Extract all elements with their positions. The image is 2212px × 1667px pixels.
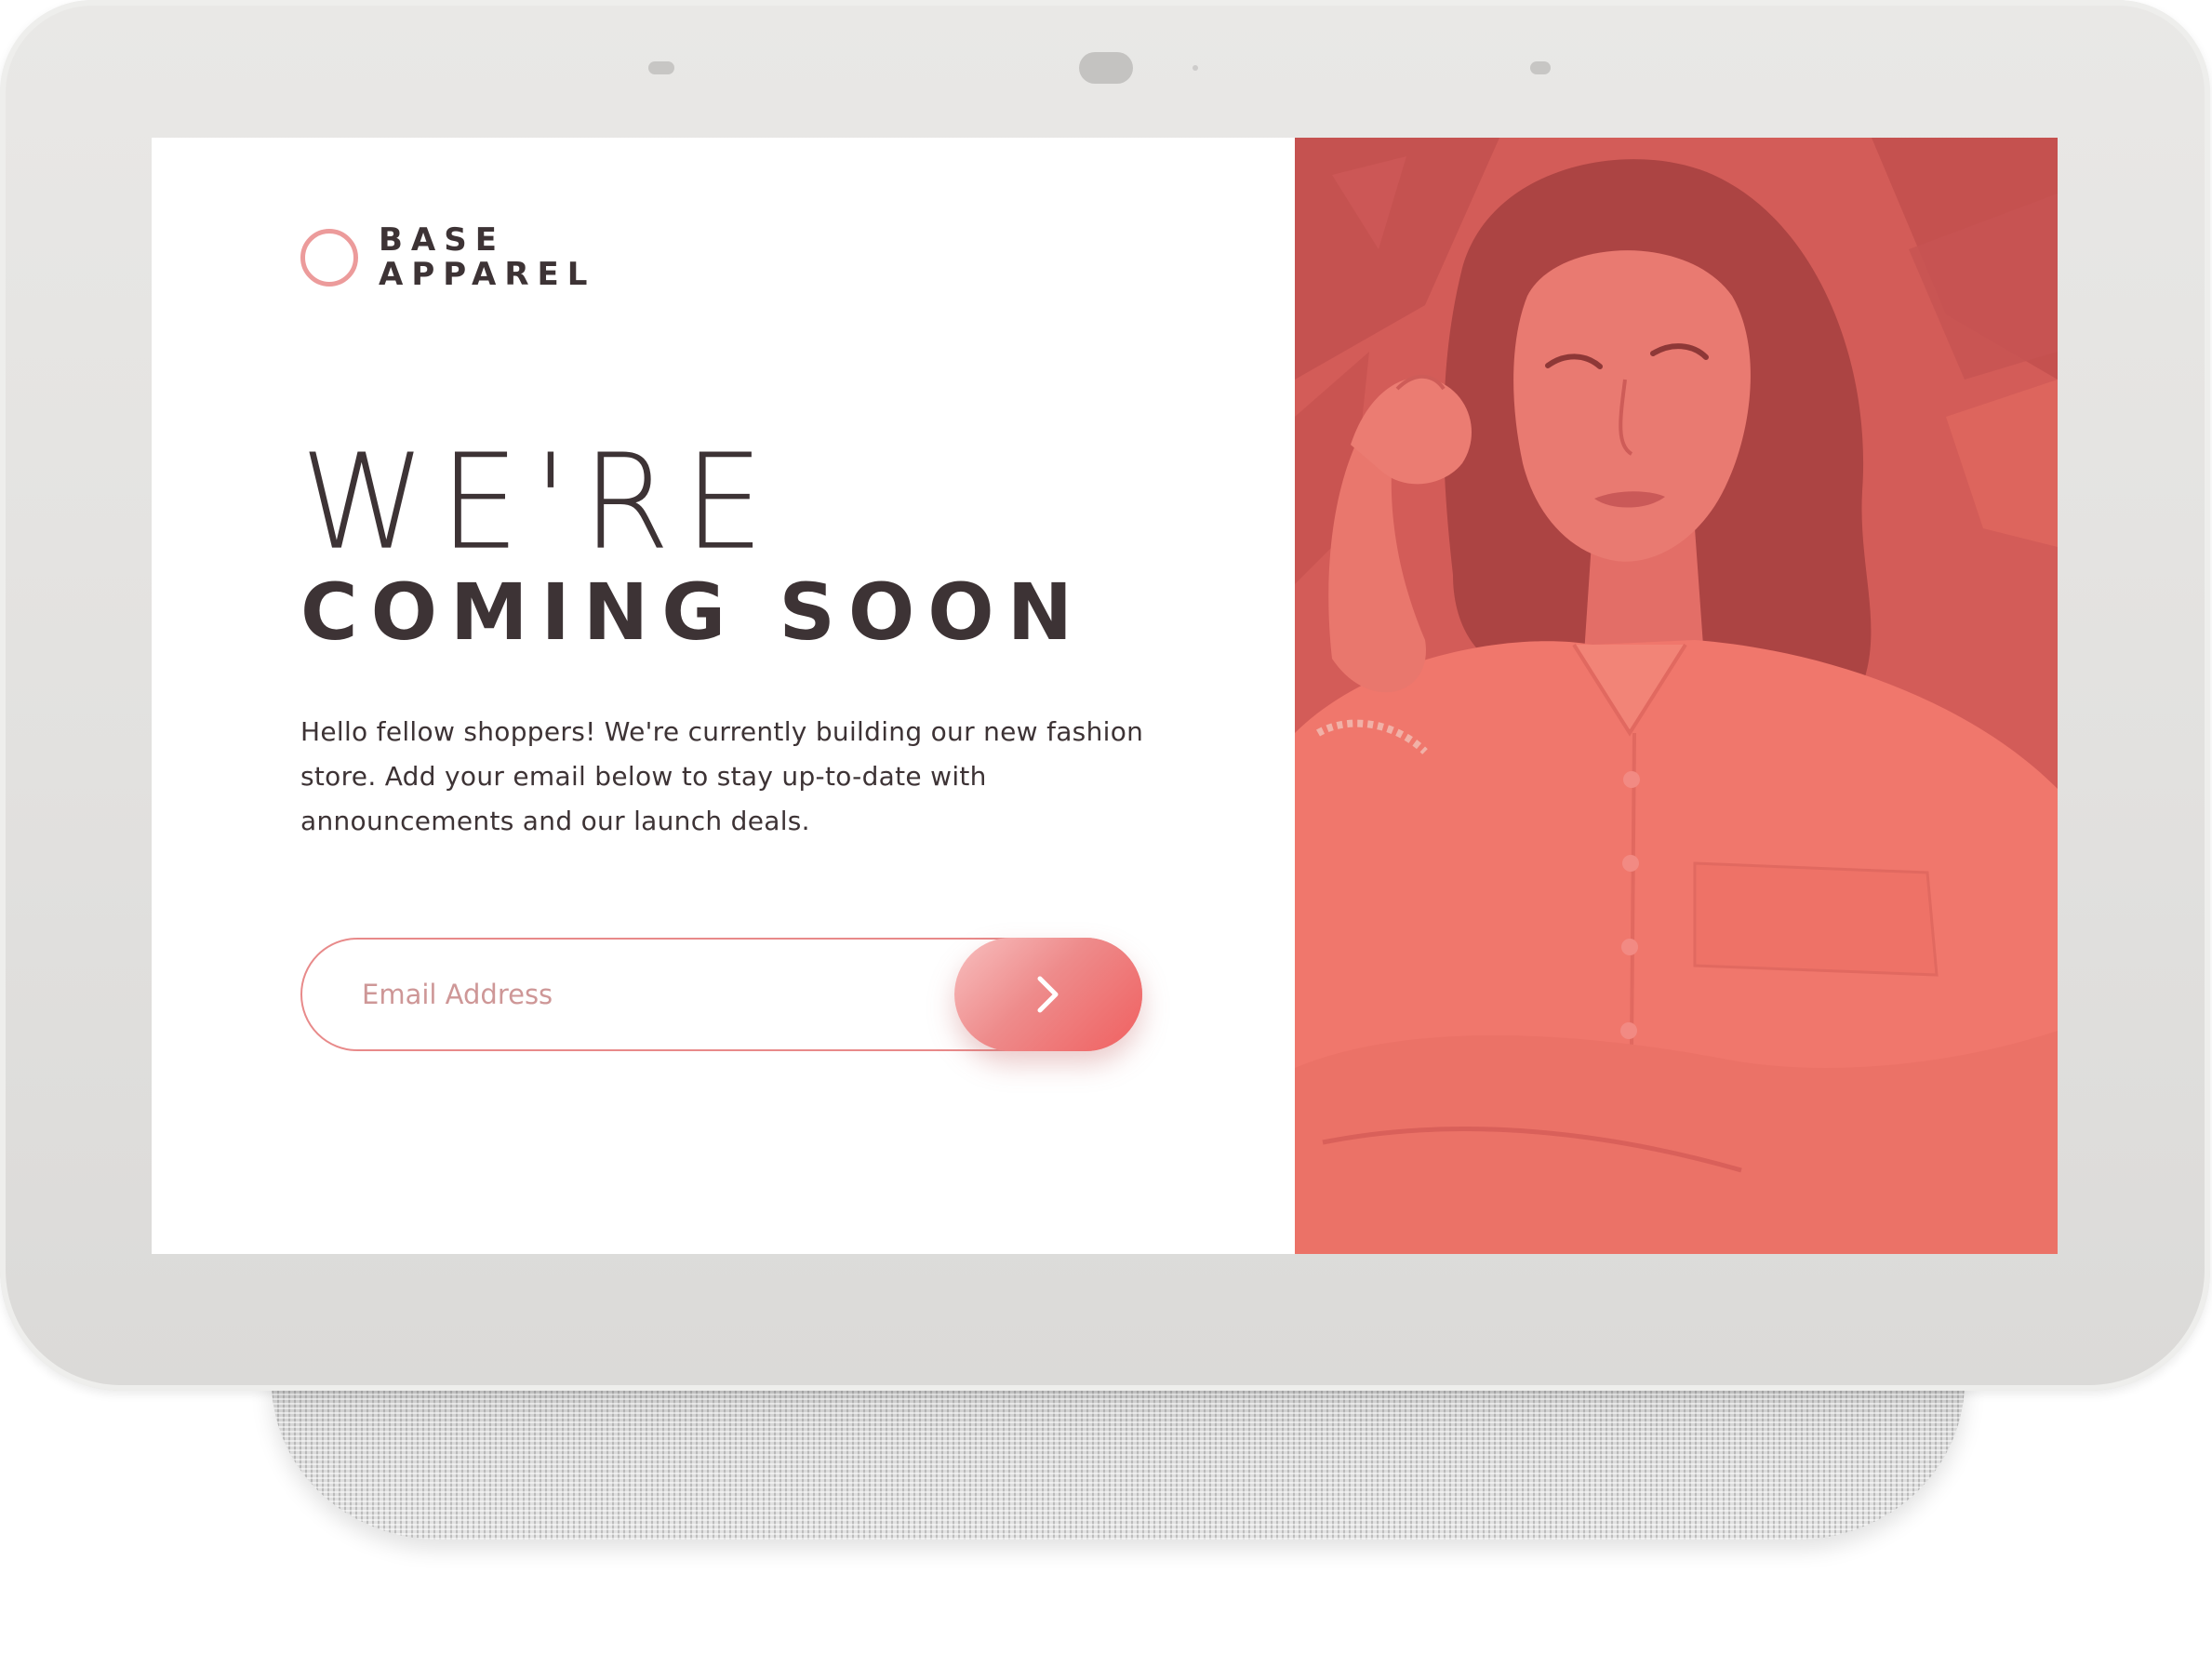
brand-name: BASE APPAREL xyxy=(379,223,595,292)
page-headline: WE'RE COMING SOON xyxy=(300,435,1086,659)
email-signup-form xyxy=(300,938,1142,1051)
light-sensor-left xyxy=(648,61,674,74)
camera-lens xyxy=(1079,52,1133,84)
headline-light: WE'RE xyxy=(300,426,779,580)
screen: BASE APPAREL WE'RE COMING SOON Hello fel… xyxy=(152,138,2058,1254)
submit-button[interactable] xyxy=(954,938,1142,1051)
woman-portrait-image xyxy=(1295,138,2058,1254)
email-input[interactable] xyxy=(302,940,953,1049)
status-light xyxy=(1193,65,1198,71)
brand-line-1: BASE xyxy=(379,221,505,259)
hero-image xyxy=(1295,138,2058,1254)
brand-logo[interactable]: BASE APPAREL xyxy=(300,223,595,292)
intro-text: Hello fellow shoppers! We're currently b… xyxy=(300,716,1144,836)
logo-ring-icon xyxy=(300,229,358,287)
headline-bold: COMING SOON xyxy=(300,567,1086,658)
light-sensor-right xyxy=(1530,61,1551,74)
content-panel: BASE APPAREL WE'RE COMING SOON Hello fel… xyxy=(152,138,1295,1254)
device-frame: BASE APPAREL WE'RE COMING SOON Hello fel… xyxy=(0,0,2210,1391)
chevron-right-icon xyxy=(1037,976,1059,1013)
brand-line-2: APPAREL xyxy=(379,256,596,293)
